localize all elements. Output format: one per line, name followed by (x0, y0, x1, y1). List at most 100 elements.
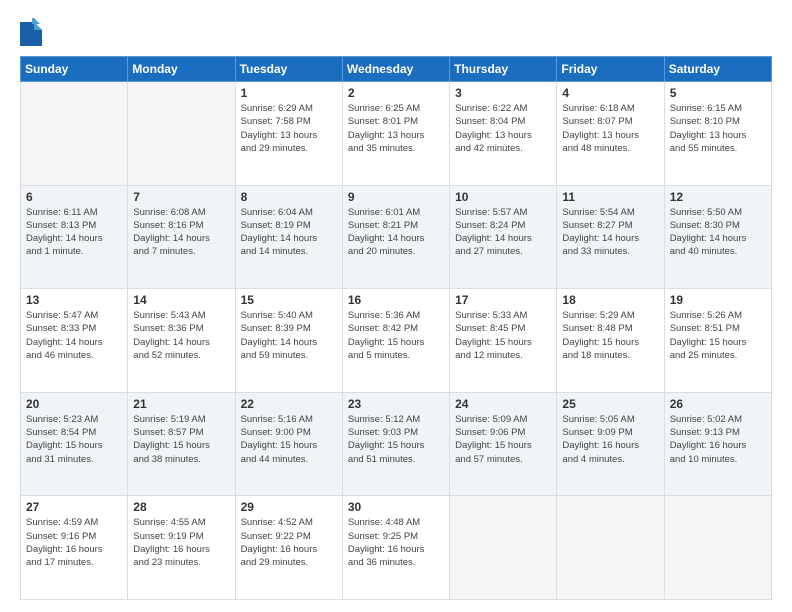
day-info: Sunrise: 5:12 AM Sunset: 9:03 PM Dayligh… (348, 413, 444, 466)
day-number: 17 (455, 293, 551, 307)
day-number: 13 (26, 293, 122, 307)
day-info: Sunrise: 4:52 AM Sunset: 9:22 PM Dayligh… (241, 516, 337, 569)
calendar-week-row: 13 Sunrise: 5:47 AM Sunset: 8:33 PM Dayli… (21, 289, 772, 393)
calendar-cell: 25 Sunrise: 5:05 AM Sunset: 9:09 PM Dayli… (557, 392, 664, 496)
weekday-header-saturday: Saturday (664, 57, 771, 82)
weekday-header-friday: Friday (557, 57, 664, 82)
calendar-cell: 29 Sunrise: 4:52 AM Sunset: 9:22 PM Dayli… (235, 496, 342, 600)
day-number: 18 (562, 293, 658, 307)
day-number: 1 (241, 86, 337, 100)
day-number: 19 (670, 293, 766, 307)
calendar-cell: 11 Sunrise: 5:54 AM Sunset: 8:27 PM Dayli… (557, 185, 664, 289)
day-info: Sunrise: 6:18 AM Sunset: 8:07 PM Dayligh… (562, 102, 658, 155)
day-number: 21 (133, 397, 229, 411)
page: SundayMondayTuesdayWednesdayThursdayFrid… (0, 0, 792, 612)
calendar-header: SundayMondayTuesdayWednesdayThursdayFrid… (21, 57, 772, 82)
day-info: Sunrise: 4:59 AM Sunset: 9:16 PM Dayligh… (26, 516, 122, 569)
calendar-cell: 14 Sunrise: 5:43 AM Sunset: 8:36 PM Dayli… (128, 289, 235, 393)
day-info: Sunrise: 6:15 AM Sunset: 8:10 PM Dayligh… (670, 102, 766, 155)
day-number: 16 (348, 293, 444, 307)
calendar-cell: 9 Sunrise: 6:01 AM Sunset: 8:21 PM Daylig… (342, 185, 449, 289)
weekday-header-wednesday: Wednesday (342, 57, 449, 82)
calendar-cell: 26 Sunrise: 5:02 AM Sunset: 9:13 PM Dayli… (664, 392, 771, 496)
calendar-cell (128, 82, 235, 186)
day-number: 11 (562, 190, 658, 204)
calendar-cell: 7Sunrise: 6:08 AM Sunset: 8:16 PM Daylig… (128, 185, 235, 289)
day-info: Sunrise: 5:40 AM Sunset: 8:39 PM Dayligh… (241, 309, 337, 362)
day-info: Sunrise: 5:36 AM Sunset: 8:42 PM Dayligh… (348, 309, 444, 362)
calendar-cell (557, 496, 664, 600)
day-number: 8 (241, 190, 337, 204)
day-number: 30 (348, 500, 444, 514)
day-number: 20 (26, 397, 122, 411)
day-number: 22 (241, 397, 337, 411)
day-info: Sunrise: 5:02 AM Sunset: 9:13 PM Dayligh… (670, 413, 766, 466)
day-number: 24 (455, 397, 551, 411)
day-info: Sunrise: 6:29 AM Sunset: 7:58 PM Dayligh… (241, 102, 337, 155)
day-info: Sunrise: 5:47 AM Sunset: 8:33 PM Dayligh… (26, 309, 122, 362)
weekday-header-monday: Monday (128, 57, 235, 82)
day-number: 10 (455, 190, 551, 204)
day-number: 6 (26, 190, 122, 204)
day-number: 26 (670, 397, 766, 411)
day-number: 12 (670, 190, 766, 204)
day-info: Sunrise: 4:48 AM Sunset: 9:25 PM Dayligh… (348, 516, 444, 569)
day-number: 9 (348, 190, 444, 204)
day-info: Sunrise: 5:29 AM Sunset: 8:48 PM Dayligh… (562, 309, 658, 362)
calendar-cell: 10 Sunrise: 5:57 AM Sunset: 8:24 PM Dayli… (450, 185, 557, 289)
day-info: Sunrise: 5:57 AM Sunset: 8:24 PM Dayligh… (455, 206, 551, 259)
header (20, 18, 772, 46)
logo (20, 18, 46, 46)
calendar-cell: 19 Sunrise: 5:26 AM Sunset: 8:51 PM Dayli… (664, 289, 771, 393)
day-info: Sunrise: 5:33 AM Sunset: 8:45 PM Dayligh… (455, 309, 551, 362)
calendar-cell: 27 Sunrise: 4:59 AM Sunset: 9:16 PM Dayli… (21, 496, 128, 600)
day-number: 3 (455, 86, 551, 100)
weekday-header-tuesday: Tuesday (235, 57, 342, 82)
day-info: Sunrise: 5:19 AM Sunset: 8:57 PM Dayligh… (133, 413, 229, 466)
weekday-header-thursday: Thursday (450, 57, 557, 82)
day-number: 2 (348, 86, 444, 100)
calendar-cell: 22 Sunrise: 5:16 AM Sunset: 9:00 PM Dayli… (235, 392, 342, 496)
calendar-cell: 30 Sunrise: 4:48 AM Sunset: 9:25 PM Dayli… (342, 496, 449, 600)
calendar-cell: 3 Sunrise: 6:22 AM Sunset: 8:04 PM Daylig… (450, 82, 557, 186)
calendar-table: SundayMondayTuesdayWednesdayThursdayFrid… (20, 56, 772, 600)
calendar-cell (21, 82, 128, 186)
weekday-header-row: SundayMondayTuesdayWednesdayThursdayFrid… (21, 57, 772, 82)
day-number: 15 (241, 293, 337, 307)
day-info: Sunrise: 5:05 AM Sunset: 9:09 PM Dayligh… (562, 413, 658, 466)
day-number: 25 (562, 397, 658, 411)
calendar-week-row: 1 Sunrise: 6:29 AM Sunset: 7:58 PM Daylig… (21, 82, 772, 186)
calendar-week-row: 20 Sunrise: 5:23 AM Sunset: 8:54 PM Dayli… (21, 392, 772, 496)
calendar-cell (450, 496, 557, 600)
day-number: 23 (348, 397, 444, 411)
day-info: Sunrise: 5:09 AM Sunset: 9:06 PM Dayligh… (455, 413, 551, 466)
day-info: Sunrise: 5:26 AM Sunset: 8:51 PM Dayligh… (670, 309, 766, 362)
calendar-cell: 6 Sunrise: 6:11 AM Sunset: 8:13 PM Daylig… (21, 185, 128, 289)
calendar-cell: 4 Sunrise: 6:18 AM Sunset: 8:07 PM Daylig… (557, 82, 664, 186)
calendar-week-row: 27 Sunrise: 4:59 AM Sunset: 9:16 PM Dayli… (21, 496, 772, 600)
day-info: Sunrise: 6:04 AM Sunset: 8:19 PM Dayligh… (241, 206, 337, 259)
weekday-header-sunday: Sunday (21, 57, 128, 82)
day-info: Sunrise: 6:11 AM Sunset: 8:13 PM Dayligh… (26, 206, 122, 259)
calendar-cell: 16 Sunrise: 5:36 AM Sunset: 8:42 PM Dayli… (342, 289, 449, 393)
calendar-cell: 1 Sunrise: 6:29 AM Sunset: 7:58 PM Daylig… (235, 82, 342, 186)
day-info: Sunrise: 5:16 AM Sunset: 9:00 PM Dayligh… (241, 413, 337, 466)
calendar-cell: 20 Sunrise: 5:23 AM Sunset: 8:54 PM Dayli… (21, 392, 128, 496)
day-info: Sunrise: 6:22 AM Sunset: 8:04 PM Dayligh… (455, 102, 551, 155)
day-info: Sunrise: 5:23 AM Sunset: 8:54 PM Dayligh… (26, 413, 122, 466)
day-info: Sunrise: 5:54 AM Sunset: 8:27 PM Dayligh… (562, 206, 658, 259)
calendar-cell: 15 Sunrise: 5:40 AM Sunset: 8:39 PM Dayli… (235, 289, 342, 393)
day-info: Sunrise: 6:01 AM Sunset: 8:21 PM Dayligh… (348, 206, 444, 259)
calendar-cell: 24 Sunrise: 5:09 AM Sunset: 9:06 PM Dayli… (450, 392, 557, 496)
day-info: Sunrise: 5:50 AM Sunset: 8:30 PM Dayligh… (670, 206, 766, 259)
day-number: 4 (562, 86, 658, 100)
day-number: 29 (241, 500, 337, 514)
calendar-cell: 2 Sunrise: 6:25 AM Sunset: 8:01 PM Daylig… (342, 82, 449, 186)
day-number: 7 (133, 190, 229, 204)
day-number: 14 (133, 293, 229, 307)
calendar-body: 1 Sunrise: 6:29 AM Sunset: 7:58 PM Daylig… (21, 82, 772, 600)
day-number: 27 (26, 500, 122, 514)
day-info: Sunrise: 6:25 AM Sunset: 8:01 PM Dayligh… (348, 102, 444, 155)
day-info: Sunrise: 5:43 AM Sunset: 8:36 PM Dayligh… (133, 309, 229, 362)
calendar-cell: 28Sunrise: 4:55 AM Sunset: 9:19 PM Dayli… (128, 496, 235, 600)
